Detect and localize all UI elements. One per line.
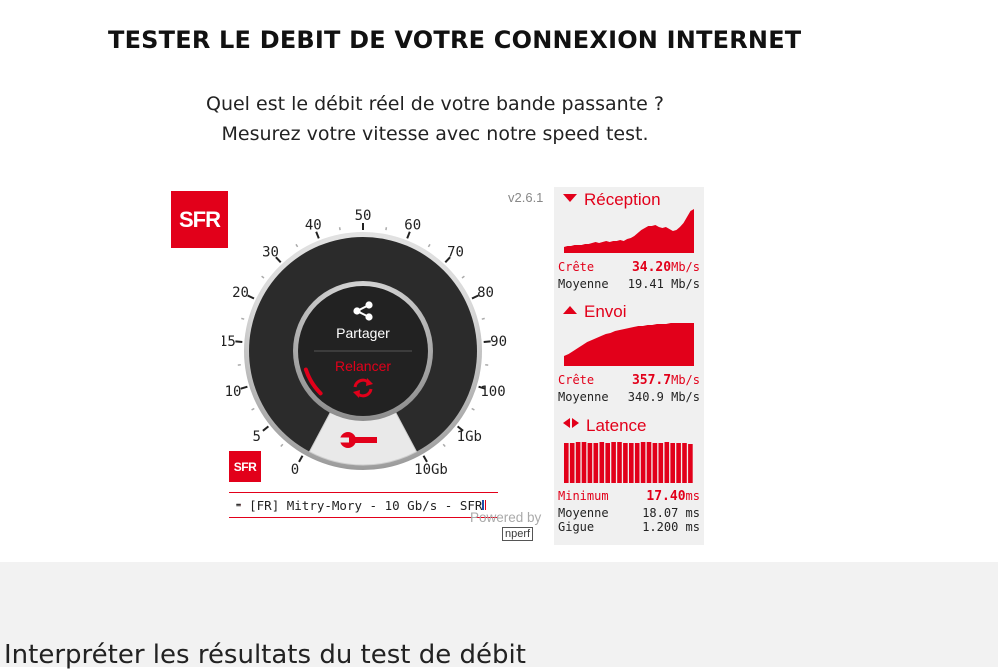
latency-bar — [629, 443, 634, 483]
latency-min-label: Minimum — [558, 489, 609, 503]
gauge-scale-label: 30 — [262, 244, 279, 260]
download-peak-value: 34.20Mb/s — [632, 260, 700, 275]
upload-peak-value: 357.7Mb/s — [632, 373, 700, 388]
gauge-scale-label: 70 — [447, 244, 464, 260]
latency-bar — [635, 443, 640, 483]
latency-bar — [588, 443, 593, 483]
download-avg-value: 19.41 Mb/s — [628, 277, 700, 291]
latency-title: Latence — [562, 416, 647, 436]
gauge-tick — [482, 318, 485, 319]
intro-line-2: Mesurez votre vitesse avec notre speed t… — [0, 123, 870, 145]
latency-graph — [564, 439, 696, 483]
arrows-left-right-icon — [562, 417, 580, 429]
latency-bar — [641, 442, 646, 483]
latency-bar — [611, 442, 616, 483]
intro-line-1: Quel est le débit réel de votre bande pa… — [0, 93, 870, 115]
gauge-tick — [472, 409, 475, 410]
section-heading: Interpréter les résultats du test de déb… — [4, 640, 526, 670]
restart-label: Relancer — [335, 358, 391, 374]
latency-jitter-label: Gigue — [558, 520, 594, 534]
triangle-up-icon — [562, 305, 578, 315]
gauge-tick — [443, 444, 445, 446]
sfr-logo-small: SFR — [229, 451, 261, 482]
speed-gauge: 0 5 10 15 20 30 40 50 60 70 80 90 100 1Gb 10Gb Partage… — [222, 204, 512, 494]
gauge-tick — [241, 387, 248, 389]
gauge-scale-label: 90 — [490, 334, 507, 350]
latency-title-text: Latence — [586, 416, 647, 435]
upload-graph-area — [564, 323, 694, 366]
nperf-logo-text: nperf — [502, 527, 533, 541]
latency-bar — [688, 444, 693, 483]
server-label: [FR] Mitry-Mory - 10 Gb/s - SFR — [249, 498, 482, 513]
gauge-scale-label: 5 — [252, 429, 260, 445]
download-avg-label: Moyenne — [558, 277, 609, 291]
gauge-scale-label: 1Gb — [457, 429, 482, 445]
latency-bar — [623, 443, 628, 483]
download-peak-label: Crête — [558, 260, 594, 274]
gauge-tick — [462, 276, 464, 278]
gauge-scale-label: 80 — [477, 285, 494, 301]
gauge-scale-label: 0 — [291, 462, 299, 478]
latency-bar — [564, 443, 569, 483]
share-label: Partager — [336, 325, 390, 341]
gauge-tick — [241, 318, 244, 319]
latency-bar — [594, 443, 599, 483]
latency-bar — [670, 443, 675, 483]
gauge-scale-label: 15 — [222, 334, 236, 350]
latency-bar — [659, 443, 664, 483]
latency-avg-value: 18.07 ms — [642, 506, 700, 520]
upload-avg-label: Moyenne — [558, 390, 609, 404]
page-title: TESTER LE DEBIT DE VOTRE CONNEXION INTER… — [108, 26, 801, 54]
latency-bar — [600, 442, 605, 483]
gauge-tick — [263, 426, 269, 430]
upload-title-text: Envoi — [584, 302, 627, 321]
gauge-scale-label: 40 — [305, 217, 322, 233]
download-graph-area — [564, 209, 694, 253]
gauge-tick — [262, 276, 264, 278]
gauge-scale-label: 60 — [404, 217, 421, 233]
gauge-scale-label: 10 — [225, 384, 242, 400]
gauge-scale-label: 50 — [355, 208, 372, 224]
latency-min-value: 17.40ms — [646, 489, 700, 504]
latency-bar — [682, 443, 687, 483]
powered-by-label: Powered by — [470, 510, 541, 525]
upload-title: Envoi — [562, 302, 627, 322]
latency-bar — [582, 442, 587, 483]
gauge-tick — [235, 341, 242, 342]
upload-peak-label: Crête — [558, 373, 594, 387]
server-icon — [236, 499, 241, 511]
gauge-tick — [428, 244, 430, 247]
nperf-logo[interactable]: nperf — [502, 528, 533, 540]
latency-bar — [570, 443, 575, 483]
latency-bars — [564, 442, 693, 483]
latency-jitter-value: 1.200 ms — [642, 520, 700, 534]
gauge-scale-label: 20 — [232, 285, 249, 301]
sfr-logo[interactable]: SFR — [171, 191, 228, 248]
latency-bar — [647, 442, 652, 483]
results-panel: Réception Crête 34.20Mb/s Moyenne 19.41 … — [554, 187, 704, 545]
flag-fr-icon — [482, 500, 486, 510]
latency-bar — [676, 443, 681, 483]
gauge-tick — [340, 227, 341, 230]
latency-avg-label: Moyenne — [558, 506, 609, 520]
server-selector[interactable]: [FR] Mitry-Mory - 10 Gb/s - SFR — [229, 492, 498, 518]
latency-bar — [653, 443, 658, 483]
gauge-tick — [281, 444, 283, 446]
gauge-tick — [296, 244, 298, 247]
download-graph — [564, 207, 696, 255]
latency-bar — [617, 442, 622, 483]
gauge-scale-label: 100 — [480, 384, 505, 400]
upload-graph — [564, 320, 696, 368]
latency-bar — [576, 442, 581, 483]
latency-bar — [605, 443, 610, 483]
version-label: v2.6.1 — [508, 190, 543, 205]
gauge-tick — [386, 227, 387, 230]
gauge-tick — [252, 409, 255, 410]
triangle-down-icon — [562, 193, 578, 203]
latency-bar — [665, 442, 670, 483]
gauge-scale-label: 10Gb — [414, 462, 448, 478]
upload-avg-value: 340.9 Mb/s — [628, 390, 700, 404]
gauge-tick — [299, 456, 303, 462]
